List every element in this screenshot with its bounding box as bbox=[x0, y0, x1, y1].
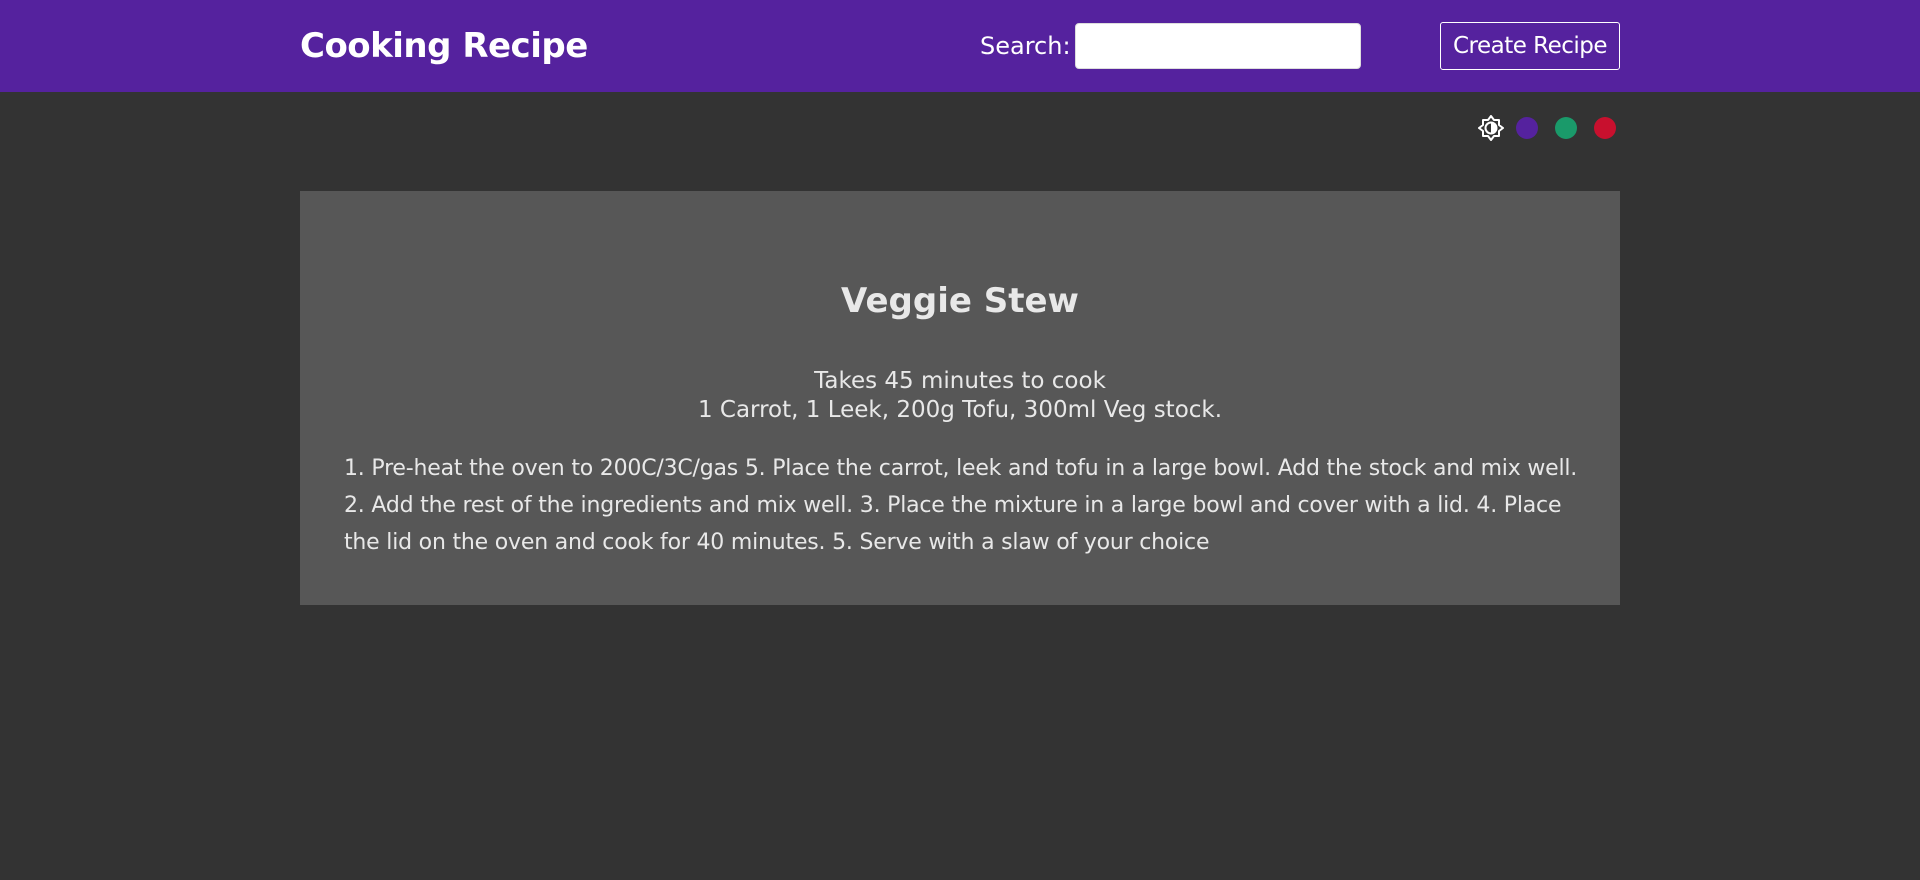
recipe-card: Veggie Stew Takes 45 minutes to cook 1 C… bbox=[300, 191, 1620, 605]
create-recipe-button[interactable]: Create Recipe bbox=[1440, 22, 1620, 70]
theme-swatch-red[interactable] bbox=[1594, 117, 1616, 139]
theme-swatch-purple[interactable] bbox=[1516, 117, 1538, 139]
recipe-cook-time: Takes 45 minutes to cook bbox=[814, 368, 1106, 394]
recipe-ingredients: 1 Carrot, 1 Leek, 200g Tofu, 300ml Veg s… bbox=[697, 397, 1223, 423]
contrast-toggle-icon[interactable] bbox=[1477, 114, 1505, 142]
search-input[interactable] bbox=[1075, 23, 1361, 69]
recipe-title: Veggie Stew bbox=[841, 281, 1079, 321]
recipe-method: 1. Pre-heat the oven to 200C/3C/gas 5. P… bbox=[344, 456, 1578, 555]
theme-swatch-green[interactable] bbox=[1555, 117, 1577, 139]
theme-selector bbox=[1477, 114, 1616, 142]
brand-title[interactable]: Cooking Recipe bbox=[300, 22, 588, 70]
app-header: Cooking Recipe Search: Create Recipe bbox=[0, 0, 1920, 92]
search-label: Search: bbox=[980, 32, 1071, 60]
